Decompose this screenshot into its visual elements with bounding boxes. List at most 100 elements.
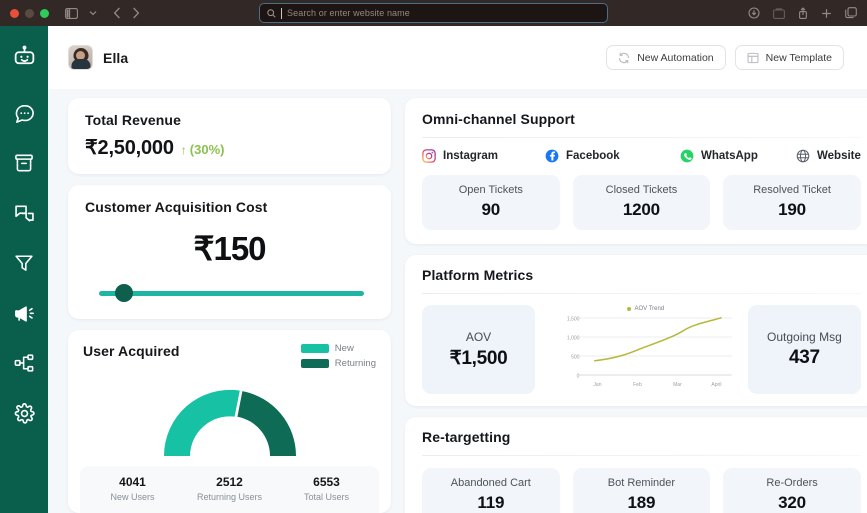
stat-re-orders: Re-Orders 320 bbox=[723, 468, 861, 513]
address-bar[interactable]: Search or enter website name bbox=[259, 3, 608, 23]
user-acquired-legend: New Returning bbox=[300, 343, 376, 369]
stat-total-users-label: Total Users bbox=[303, 492, 349, 502]
share-icon[interactable] bbox=[798, 7, 808, 19]
cac-slider-handle[interactable] bbox=[114, 284, 133, 302]
stat-resolved-tickets-label: Resolved Ticket bbox=[753, 184, 831, 196]
donut-segment-new bbox=[163, 389, 240, 456]
cac-slider-track bbox=[99, 290, 364, 296]
stat-total-users: 6553 Total Users bbox=[278, 475, 375, 502]
funnel-icon bbox=[13, 252, 35, 274]
right-column: Omni-channel Support Instagram Facebook … bbox=[405, 98, 867, 513]
total-revenue-card: Total Revenue ₹2,50,000 ↑ (30%) bbox=[68, 98, 391, 174]
extensions-icon[interactable] bbox=[773, 7, 785, 19]
conversations-icon bbox=[13, 202, 36, 225]
sidebar-item-archive[interactable] bbox=[9, 148, 39, 178]
user-acquired-title: User Acquired bbox=[83, 343, 180, 359]
legend-item-new: New bbox=[300, 343, 376, 354]
channel-instagram[interactable]: Instagram bbox=[422, 149, 545, 163]
page-title: Ella bbox=[103, 49, 129, 66]
outgoing-msg-value: 437 bbox=[788, 347, 820, 368]
address-bar-placeholder: Search or enter website name bbox=[287, 8, 410, 18]
automation-refresh-icon bbox=[618, 52, 630, 64]
stat-bot-reminder-label: Bot Reminder bbox=[607, 477, 676, 489]
chevron-down-icon[interactable] bbox=[89, 10, 97, 16]
instagram-icon bbox=[422, 149, 436, 163]
sidebar-item-funnel[interactable] bbox=[9, 248, 39, 278]
cac-slider[interactable] bbox=[99, 284, 364, 302]
svg-text:Mar: Mar bbox=[673, 382, 682, 388]
sidebar-item-bot-logo[interactable] bbox=[9, 42, 39, 72]
stat-returning-users-label: Returning Users bbox=[196, 492, 263, 502]
settings-gear-icon bbox=[13, 402, 36, 425]
new-automation-label: New Automation bbox=[637, 51, 714, 64]
sidebar-toggle-icon[interactable] bbox=[65, 7, 78, 19]
tabs-overview-icon[interactable] bbox=[845, 7, 857, 19]
user-acquired-card: User Acquired New Returning 4041 New Use… bbox=[68, 330, 391, 513]
stat-returning-users-value: 2512 bbox=[216, 475, 243, 489]
stat-open-tickets-value: 90 bbox=[481, 200, 501, 219]
trend-up-arrow-icon: ↑ bbox=[180, 143, 187, 157]
chat-bubble-icon bbox=[13, 102, 36, 125]
ticket-stats: Open Tickets 90 Closed Tickets 1200 Reso… bbox=[422, 175, 861, 230]
aov-trend-labels: 1,500 1,000 500 0 Jan Feb Mar April bbox=[567, 317, 722, 389]
flow-nodes-icon bbox=[13, 352, 35, 374]
svg-text:1,500: 1,500 bbox=[567, 317, 580, 323]
re-targetting-title: Re-targetting bbox=[422, 429, 511, 445]
forward-arrow-icon[interactable] bbox=[132, 7, 140, 19]
stat-new-users-value: 4041 bbox=[119, 475, 146, 489]
close-window-button[interactable] bbox=[10, 8, 19, 18]
total-revenue-delta-value: (30%) bbox=[189, 142, 225, 157]
user-acquired-donut-chart bbox=[83, 367, 376, 460]
channel-website-label: Website bbox=[817, 150, 861, 162]
search-icon bbox=[267, 8, 276, 18]
sidebar-item-settings[interactable] bbox=[9, 398, 39, 428]
new-tab-icon[interactable] bbox=[821, 8, 832, 19]
avatar[interactable] bbox=[68, 45, 93, 70]
omni-channel-title: Omni-channel Support bbox=[422, 111, 575, 127]
download-icon[interactable] bbox=[748, 7, 760, 19]
cac-title: Customer Acquisition Cost bbox=[85, 199, 268, 215]
sidebar-item-conversations[interactable] bbox=[9, 198, 39, 228]
back-arrow-icon[interactable] bbox=[113, 7, 121, 19]
platform-metrics-card: Platform Metrics AOV ₹1,500 AOV Trend 1,… bbox=[405, 255, 867, 406]
stat-open-tickets: Open Tickets 90 bbox=[422, 175, 560, 230]
user-acquired-stats: 4041 New Users 2512 Returning Users 6553… bbox=[80, 466, 379, 513]
stat-abandoned-cart-label: Abandoned Cart bbox=[450, 477, 531, 489]
stat-abandoned-cart: Abandoned Cart 119 bbox=[422, 468, 560, 513]
donut-segment-returning bbox=[236, 391, 296, 456]
stat-resolved-tickets: Resolved Ticket 190 bbox=[723, 175, 861, 230]
stat-bot-reminder-value: 189 bbox=[627, 493, 656, 512]
minimize-window-button[interactable] bbox=[25, 8, 34, 18]
channel-whatsapp[interactable]: WhatsApp bbox=[680, 149, 796, 163]
channel-list: Instagram Facebook WhatsApp Website bbox=[422, 149, 861, 163]
channel-website[interactable]: Website bbox=[796, 149, 861, 163]
whatsapp-icon bbox=[680, 149, 694, 163]
stat-abandoned-cart-value: 119 bbox=[477, 493, 505, 512]
primary-sidebar bbox=[0, 26, 48, 513]
legend-label-new: New bbox=[334, 343, 354, 354]
browser-toolbar: Search or enter website name bbox=[0, 0, 867, 26]
dashboard-content: Total Revenue ₹2,50,000 ↑ (30%) Customer… bbox=[48, 89, 867, 513]
new-template-button[interactable]: New Template bbox=[734, 45, 844, 70]
omni-divider bbox=[422, 137, 861, 138]
svg-text:500: 500 bbox=[571, 355, 580, 361]
maximize-window-button[interactable] bbox=[40, 8, 49, 18]
app-window: Search or enter website name Ella New Au… bbox=[0, 0, 867, 513]
bot-logo-icon bbox=[12, 45, 37, 70]
channel-facebook[interactable]: Facebook bbox=[545, 149, 680, 163]
stat-returning-users: 2512 Returning Users bbox=[181, 475, 278, 502]
aov-trend-chart: AOV Trend 1,500 1,000 500 0 Jan Feb Mar … bbox=[545, 305, 738, 394]
channel-facebook-label: Facebook bbox=[566, 150, 620, 162]
sidebar-item-flows[interactable] bbox=[9, 348, 39, 378]
sidebar-item-chat[interactable] bbox=[9, 98, 39, 128]
svg-text:Feb: Feb bbox=[633, 382, 642, 388]
channel-instagram-label: Instagram bbox=[443, 150, 498, 162]
dashboard-page: Ella New Automation New Template Total R… bbox=[48, 26, 867, 513]
platform-metrics-title: Platform Metrics bbox=[422, 267, 534, 283]
svg-text:1,000: 1,000 bbox=[567, 336, 580, 342]
new-automation-button[interactable]: New Automation bbox=[606, 45, 726, 70]
globe-icon bbox=[796, 149, 810, 163]
sidebar-item-campaigns[interactable] bbox=[9, 298, 39, 328]
stat-re-orders-label: Re-Orders bbox=[766, 477, 818, 489]
stat-new-users-label: New Users bbox=[110, 492, 155, 502]
